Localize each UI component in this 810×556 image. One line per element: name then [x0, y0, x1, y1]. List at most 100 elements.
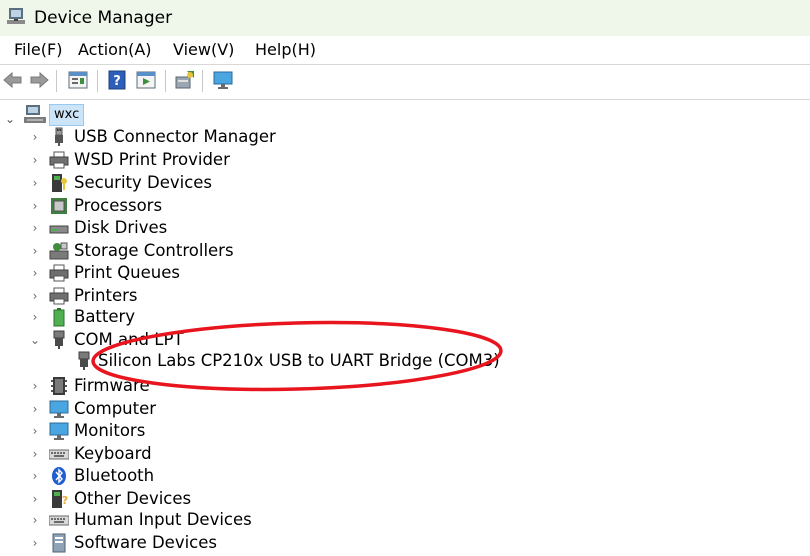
computer-network-icon — [24, 105, 46, 123]
disk-drive-icon — [49, 225, 69, 234]
print-queue-icon — [49, 264, 69, 282]
tree-item-label: Human Input Devices — [74, 510, 252, 529]
tree-item-label: Silicon Labs CP210x USB to UART Bridge (… — [98, 351, 500, 370]
tree-item-software-devices[interactable]: › Software Devices — [0, 532, 780, 554]
tree-item-label: Disk Drives — [74, 218, 168, 237]
tree-item-security-devices[interactable]: › Security Devices — [0, 172, 780, 194]
tree-item-label: Processors — [74, 196, 163, 215]
tree-item-label: Battery — [74, 307, 136, 326]
tree-root-label[interactable]: wxc — [49, 104, 85, 126]
chevron-down-icon[interactable]: ⌄ — [5, 112, 15, 126]
tree-item-label: Software Devices — [74, 533, 218, 552]
chevron-down-icon[interactable]: ⌄ — [30, 332, 40, 348]
properties-icon[interactable] — [67, 69, 89, 91]
svg-text:?: ? — [113, 74, 121, 89]
chevron-right-icon[interactable]: › — [30, 491, 40, 507]
tree-item-label: Security Devices — [74, 173, 213, 192]
toolbar-separator — [202, 70, 203, 92]
processor-icon — [51, 198, 67, 214]
tree-item-printers[interactable]: › Printers — [0, 285, 780, 307]
chevron-right-icon[interactable]: › — [30, 265, 40, 281]
toolbar-separator — [97, 70, 98, 92]
chevron-right-icon[interactable]: › — [30, 198, 40, 214]
tree-item-disk-drives[interactable]: › Disk Drives — [0, 217, 780, 239]
tree-item-processors[interactable]: › Processors — [0, 195, 780, 217]
firmware-icon — [51, 377, 67, 395]
tree-item-label: Print Queues — [74, 263, 181, 282]
tree-item-label: Firmware — [74, 376, 150, 395]
chevron-right-icon[interactable]: › — [30, 535, 40, 551]
chevron-right-icon[interactable]: › — [30, 401, 40, 417]
tree-item-wsd-print-provider[interactable]: › WSD Print Provider — [0, 149, 780, 171]
tree-item-keyboard[interactable]: › Keyboard — [0, 443, 780, 465]
tree-item-label: Storage Controllers — [74, 241, 234, 260]
menu-bar: File(F) Action(A) View(V) Help(H) — [0, 36, 810, 64]
tree-item-label: COM and LPT — [74, 330, 184, 349]
toolbar: ? — [0, 64, 810, 100]
port-device-icon — [78, 351, 90, 370]
tree-item-monitors[interactable]: › Monitors — [0, 420, 780, 442]
other-devices-icon: ? — [52, 490, 68, 508]
tree-item-label: Computer — [74, 399, 157, 418]
tree-item-other-devices[interactable]: › ? Other Devices — [0, 488, 780, 510]
keyboard-icon — [49, 449, 69, 460]
tree-item-storage-controllers[interactable]: › Storage Controllers — [0, 240, 780, 262]
tree-item-firmware[interactable]: › Firmware — [0, 375, 780, 397]
monitor-icon — [49, 422, 69, 440]
tree-item-label: Other Devices — [74, 489, 192, 508]
port-icon — [53, 330, 65, 349]
tree-item-bluetooth[interactable]: › Bluetooth — [0, 465, 780, 487]
tree-item-label: Bluetooth — [74, 466, 155, 485]
chevron-right-icon[interactable]: › — [30, 446, 40, 462]
tree-item-label: Printers — [74, 286, 138, 305]
tree-item-battery[interactable]: › Battery — [0, 306, 780, 328]
tree-item-human-input-devices[interactable]: › Human Input Devices — [0, 509, 780, 531]
tree-item-silicon-labs-cp210x[interactable]: Silicon Labs CP210x USB to UART Bridge (… — [0, 350, 780, 372]
chevron-right-icon[interactable]: › — [30, 288, 40, 304]
software-device-icon — [52, 533, 66, 553]
tree-item-usb-connector-manager[interactable]: › USB Connector Manager — [0, 126, 780, 148]
tree-item-computer[interactable]: › Computer — [0, 398, 780, 420]
tree-item-label: Monitors — [74, 421, 146, 440]
toolbar-separator — [56, 70, 57, 92]
chevron-right-icon[interactable]: › — [30, 468, 40, 484]
chevron-right-icon[interactable]: › — [30, 423, 40, 439]
back-arrow-icon[interactable] — [2, 69, 24, 91]
printer-icon — [49, 287, 69, 305]
menu-action[interactable]: Action(A) — [78, 40, 152, 59]
monitor-icon[interactable] — [212, 69, 234, 91]
tree-item-label: WSD Print Provider — [74, 150, 230, 169]
printer-icon — [49, 151, 69, 169]
menu-file[interactable]: File(F) — [14, 40, 62, 59]
toolbar-separator — [165, 70, 166, 92]
chevron-right-icon[interactable]: › — [30, 152, 40, 168]
chevron-right-icon[interactable]: › — [30, 309, 40, 325]
window-title: Device Manager — [34, 8, 173, 28]
device-manager-icon — [7, 8, 25, 24]
battery-icon — [53, 308, 65, 327]
menu-help[interactable]: Help(H) — [255, 40, 316, 59]
security-device-icon — [52, 174, 67, 192]
tree-item-print-queues[interactable]: › Print Queues — [0, 262, 780, 284]
help-icon[interactable]: ? — [106, 69, 128, 91]
tree-item-com-and-lpt[interactable]: ⌄ COM and LPT — [0, 329, 780, 351]
bluetooth-icon — [52, 467, 66, 485]
svg-text:?: ? — [62, 494, 68, 507]
tree-item-label: USB Connector Manager — [74, 127, 276, 146]
menu-view[interactable]: View(V) — [173, 40, 234, 59]
chevron-right-icon[interactable]: › — [30, 220, 40, 236]
computer-icon — [49, 400, 69, 418]
chevron-right-icon[interactable]: › — [30, 512, 40, 528]
chevron-right-icon[interactable]: › — [30, 129, 40, 145]
chevron-right-icon[interactable]: › — [30, 378, 40, 394]
update-driver-icon[interactable] — [135, 69, 157, 91]
chevron-right-icon[interactable]: › — [30, 175, 40, 191]
scan-hardware-icon[interactable] — [174, 69, 196, 91]
forward-arrow-icon[interactable] — [28, 69, 50, 91]
usb-icon — [55, 127, 63, 146]
hid-icon — [49, 515, 69, 526]
storage-controller-icon — [49, 242, 69, 260]
tree-item-label: Keyboard — [74, 444, 152, 463]
chevron-right-icon[interactable]: › — [30, 243, 40, 259]
title-bar: Device Manager — [0, 0, 810, 36]
